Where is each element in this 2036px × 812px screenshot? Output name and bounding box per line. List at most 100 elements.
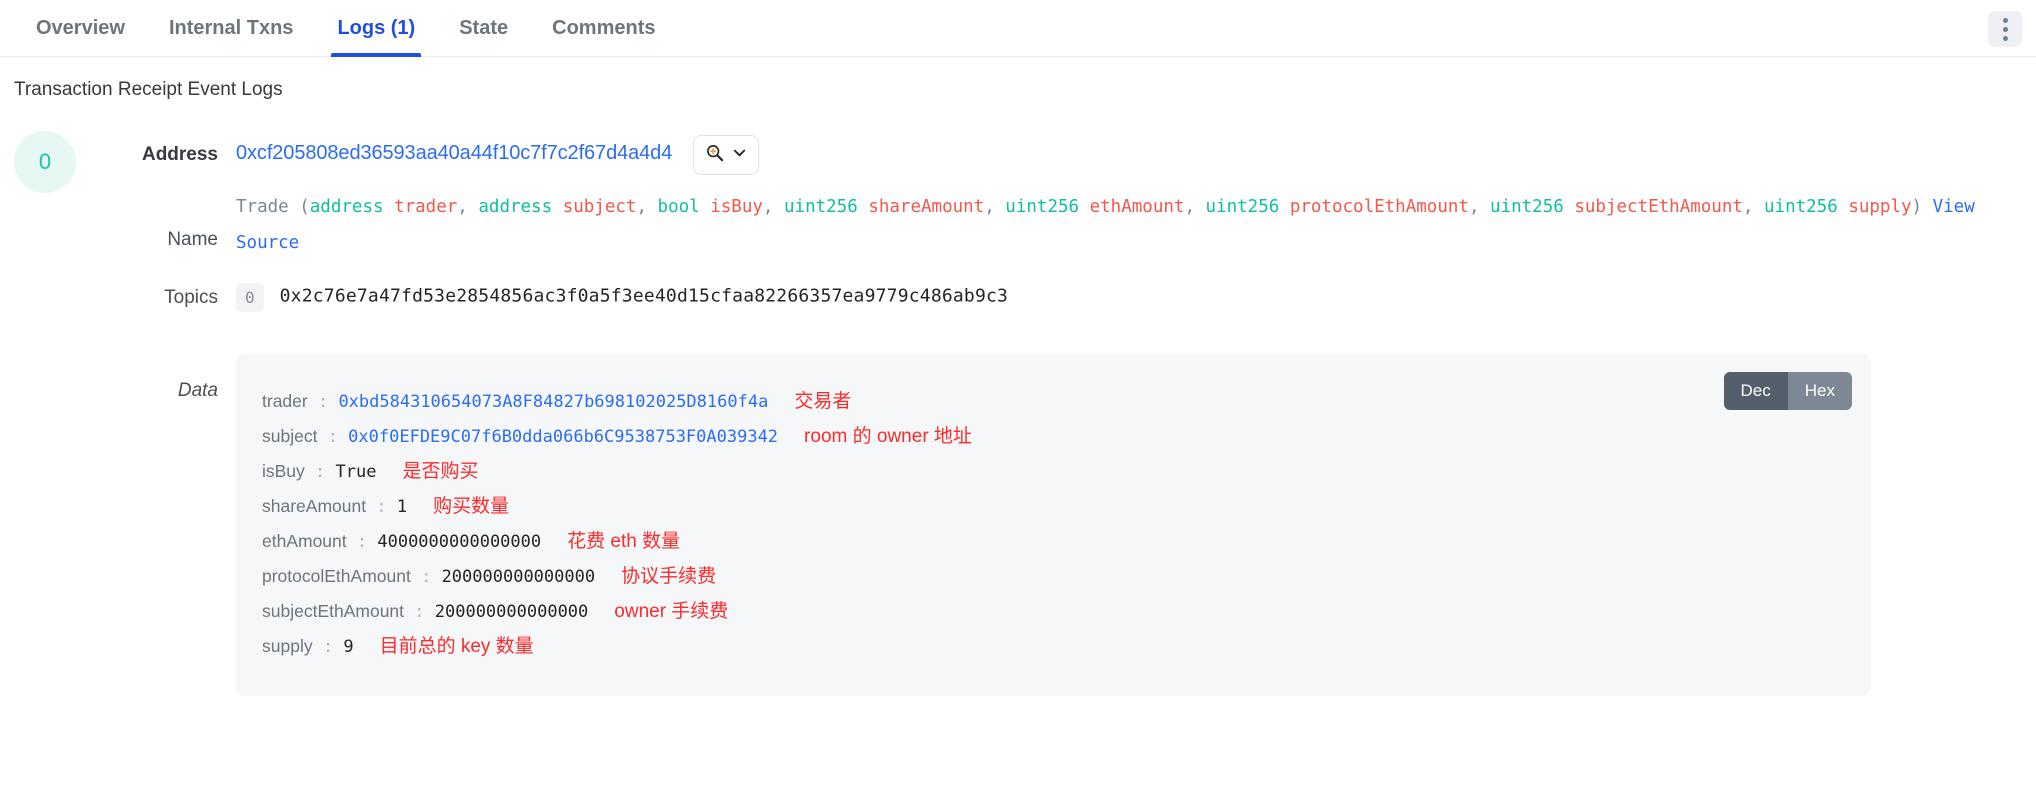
topics-list: 0 0x2c76e7a47fd53e2854856ac3f0a5f3ee40d15…: [236, 283, 2036, 312]
chevron-down-icon: [732, 145, 747, 165]
data-field-key: subject: [262, 426, 318, 446]
data-field-value: 9: [343, 637, 354, 657]
param-separator: ,: [984, 197, 1006, 217]
data-field-value: 4000000000000000: [377, 532, 542, 552]
param-name: protocolEthAmount: [1289, 197, 1469, 217]
dec-toggle-button[interactable]: Dec: [1723, 372, 1788, 410]
data-panel: trader : 0xbd584310654073A8F84827b698102…: [236, 354, 1870, 696]
kebab-vertical-icon[interactable]: [1988, 11, 2022, 47]
data-field-separator: :: [404, 602, 435, 622]
data-field-key: subjectEthAmount: [262, 601, 405, 621]
log-index-badge: 0: [14, 131, 76, 193]
param-type: bool: [657, 197, 700, 217]
tab-label: Comments: [552, 16, 656, 39]
annotation-note: 购买数量: [433, 496, 510, 517]
tab-internal-txns[interactable]: Internal Txns: [147, 0, 315, 57]
tab-label: Internal Txns: [168, 16, 294, 39]
topics-row: Topics 0 0x2c76e7a47fd53e2854856ac3f0a5f3…: [112, 283, 2036, 312]
param-type: uint256: [1764, 197, 1838, 217]
data-field-value: 1: [396, 497, 408, 517]
data-field-value[interactable]: 0x0f0EFDE9C07f6B0dda066b6C9538753F0A0393…: [348, 427, 778, 447]
page-title: Transaction Receipt Event Logs: [14, 79, 283, 100]
param-name: isBuy: [710, 197, 763, 217]
param-name: ethAmount: [1089, 197, 1185, 217]
topic-index: 0: [236, 283, 264, 312]
kebab-dot: [2002, 17, 2008, 23]
tab-state[interactable]: State: [437, 0, 530, 57]
tab-comments[interactable]: Comments: [530, 0, 677, 57]
topics-label: Topics: [164, 286, 218, 308]
annotation-note: 交易者: [794, 391, 852, 412]
data-field-value: 200000000000000: [441, 567, 596, 587]
param-separator: ,: [636, 197, 658, 217]
log-entry: 0 Address 0xcf205808ed36593aa40a44f10c7f…: [0, 127, 2036, 696]
annotation-note: room 的 owner 地址: [804, 426, 972, 447]
log-page: Overview Internal Txns Logs (1) State Co…: [0, 0, 2036, 812]
data-label: Data: [177, 380, 218, 401]
data-field-row: supply : 9 目前总的 key 数量: [262, 629, 1844, 664]
data-field-separator: :: [346, 532, 378, 552]
name-row: Name Trade (address trader, address subj…: [112, 189, 2036, 261]
hex-toggle-button[interactable]: Hex: [1787, 372, 1852, 410]
param-separator: ,: [1742, 197, 1764, 217]
data-field-separator: :: [312, 637, 344, 657]
param-name: subject: [562, 197, 637, 217]
param-type: address: [309, 197, 384, 217]
address-zoom-button[interactable]: [692, 135, 759, 175]
param-type: uint256: [1205, 197, 1280, 217]
param-separator: ,: [457, 197, 479, 217]
magnifier-plus-icon: [705, 143, 724, 167]
data-field-key: ethAmount: [262, 531, 347, 551]
data-field-separator: :: [304, 462, 336, 482]
data-field-list: trader : 0xbd584310654073A8F84827b698102…: [262, 384, 1844, 664]
param-type: uint256: [784, 197, 858, 217]
data-field-row: isBuy : True 是否购买: [262, 454, 1844, 489]
data-field-key: trader: [262, 391, 308, 411]
data-field-key: supply: [262, 636, 313, 656]
data-field-value[interactable]: 0xbd584310654073A8F84827b698102025D8160f…: [338, 392, 768, 412]
event-signature: Trade (address trader, address subject, …: [236, 197, 1975, 253]
param-name: shareAmount: [868, 197, 985, 217]
param-type: uint256: [1005, 197, 1080, 217]
data-field-row: protocolEthAmount : 200000000000000 协议手续费: [262, 559, 1844, 594]
annotation-note: 花费 eth 数量: [567, 531, 681, 552]
event-name: Trade: [236, 197, 289, 217]
tab-label: Logs (1): [337, 16, 416, 39]
param-name: trader: [394, 197, 458, 217]
data-panel-wrap: trader : 0xbd584310654073A8F84827b698102…: [236, 354, 2036, 696]
address-value-wrap: 0xcf205808ed36593aa40a44f10c7f7c2f67d4a4…: [236, 135, 2036, 175]
data-row: Data trader : 0xbd584310654073A8F84827b6…: [112, 354, 2036, 696]
address-row: Address 0xcf205808ed36593aa40a44f10c7f7c…: [112, 127, 2036, 183]
tab-logs[interactable]: Logs (1): [315, 0, 437, 57]
param-name: supply: [1848, 197, 1912, 217]
log-fields: Address 0xcf205808ed36593aa40a44f10c7f7c…: [112, 127, 2036, 696]
annotation-note: 协议手续费: [621, 566, 717, 587]
data-field-row: shareAmount : 1 购买数量: [262, 489, 1844, 524]
param-separator: ,: [1468, 197, 1491, 217]
address-link[interactable]: 0xcf205808ed36593aa40a44f10c7f7c2f67d4a4…: [236, 142, 672, 164]
tab-label: State: [459, 16, 509, 39]
encoding-toggle: Dec Hex: [1723, 372, 1852, 410]
data-field-key: isBuy: [262, 461, 305, 481]
data-field-row: trader : 0xbd584310654073A8F84827b698102…: [262, 384, 1844, 419]
name-label: Name: [167, 229, 218, 250]
annotation-note: 是否购买: [402, 461, 479, 482]
param-type: address: [478, 197, 553, 217]
data-field-row: subjectEthAmount : 200000000000000 owner …: [262, 594, 1844, 629]
event-params: address trader, address subject, bool is…: [310, 197, 1912, 217]
tab-bar: Overview Internal Txns Logs (1) State Co…: [0, 0, 2036, 57]
topic-value: 0x2c76e7a47fd53e2854856ac3f0a5f3ee40d15c…: [279, 285, 1009, 307]
data-field-separator: :: [410, 567, 442, 587]
annotation-note: 目前总的 key 数量: [379, 636, 534, 657]
data-field-value: True: [335, 462, 377, 482]
tab-label: Overview: [36, 16, 125, 39]
data-field-key: shareAmount: [262, 496, 367, 516]
data-field-row: ethAmount : 4000000000000000 花费 eth 数量: [262, 524, 1844, 559]
param-type: uint256: [1490, 197, 1564, 217]
kebab-dot: [2002, 26, 2008, 32]
address-label: Address: [141, 144, 218, 165]
annotation-note: owner 手续费: [614, 601, 729, 622]
kebab-dot: [2002, 35, 2008, 41]
tab-overview[interactable]: Overview: [14, 0, 147, 57]
param-separator: ,: [762, 197, 784, 217]
